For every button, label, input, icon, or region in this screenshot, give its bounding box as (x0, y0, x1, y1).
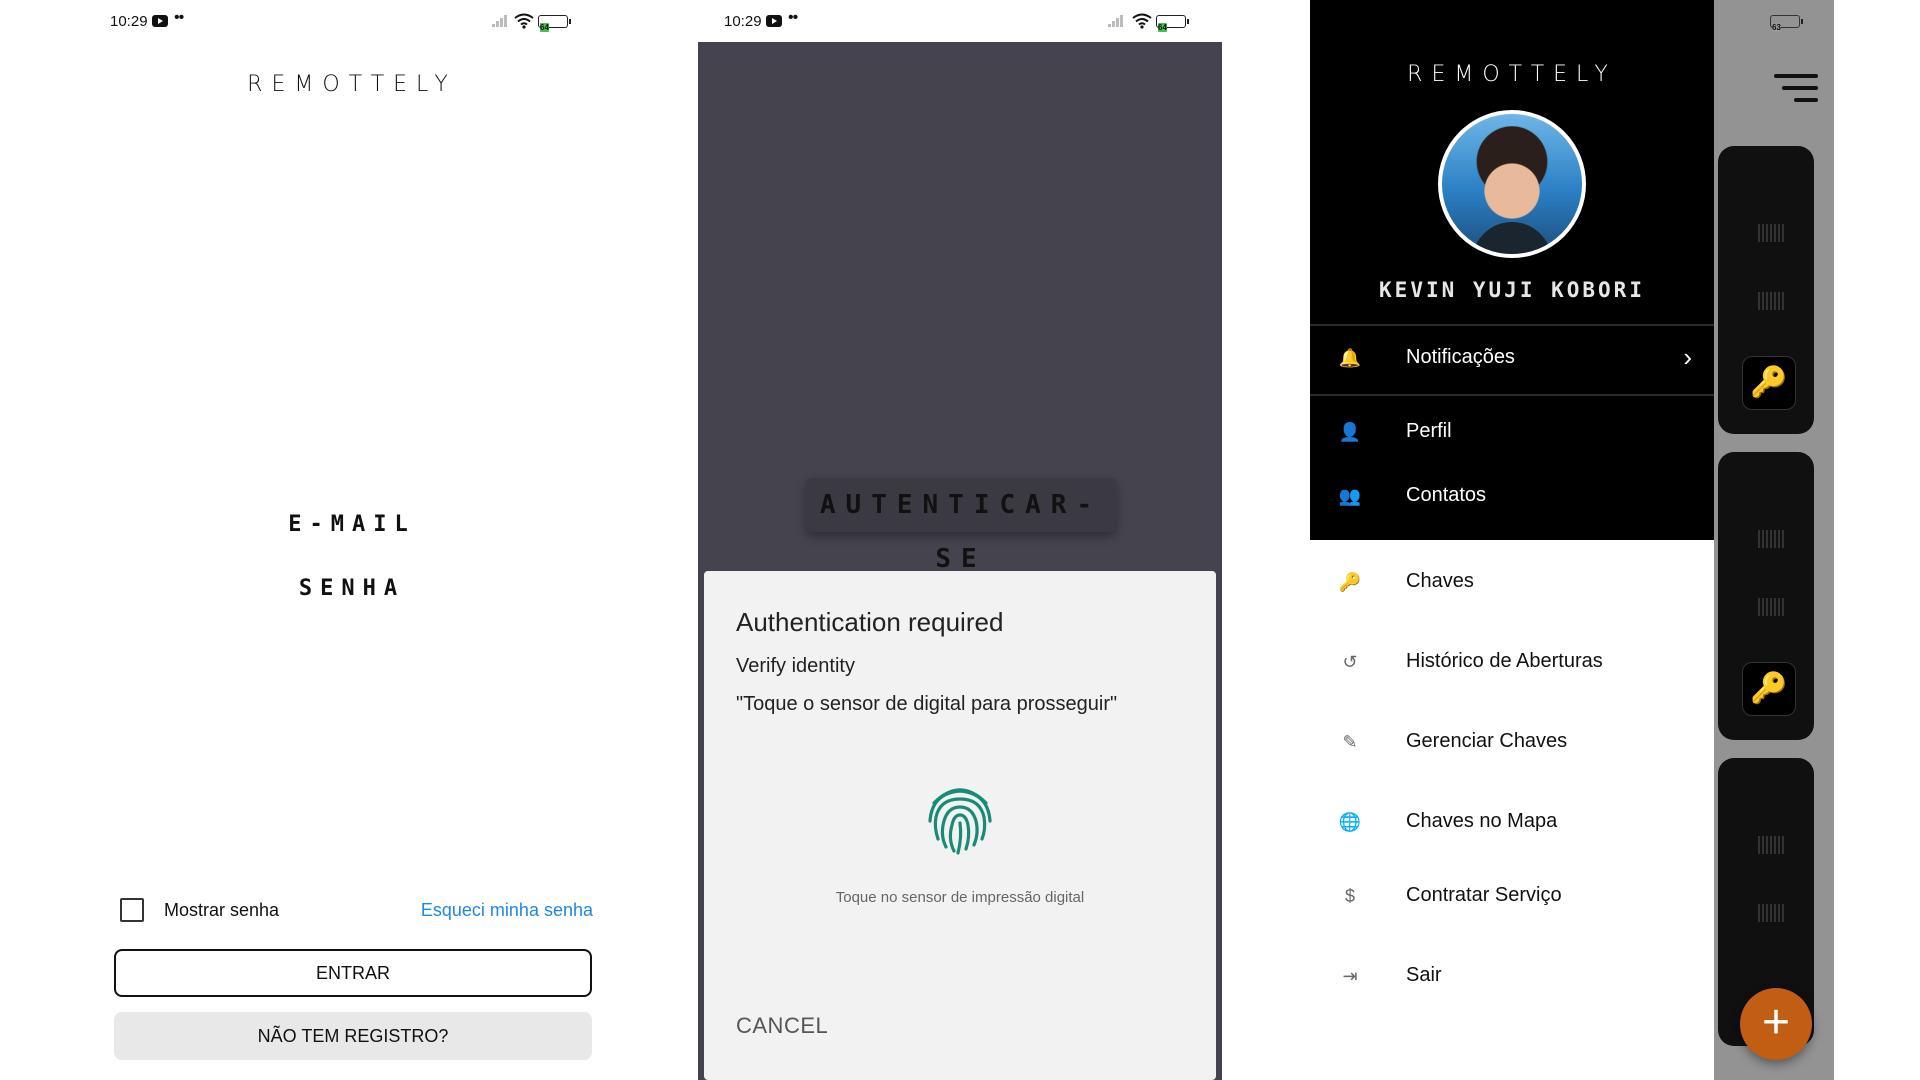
key-card[interactable]: 🔑 (1718, 146, 1814, 434)
navigation-drawer: REMOTTELY KEVIN YUJI KOBORI 🔔 Notificaçõ… (1310, 0, 1714, 1080)
youtube-notification-icon (766, 15, 782, 27)
divider (1310, 324, 1714, 326)
menu-icon[interactable] (1774, 74, 1818, 104)
main-content-behind-drawer: 63 🔑 🔑 + (1714, 0, 1834, 1080)
login-screen: 10:29 •• 64 REMOTTELY E-MAIL SENHA Mostr… (88, 0, 616, 1080)
menu-item-label: Gerenciar Chaves (1406, 730, 1568, 752)
menu-item-gerenciar-chaves[interactable]: ✎ Gerenciar Chaves (1310, 712, 1714, 772)
drawer-header: REMOTTELY KEVIN YUJI KOBORI (1310, 0, 1714, 326)
register-button[interactable]: NÃO TEM REGISTRO? (114, 1012, 592, 1060)
menu-item-chaves[interactable]: 🔑 Chaves (1310, 552, 1714, 612)
battery-level: 63 (1772, 23, 1781, 32)
globe-icon: 🌐 (1338, 812, 1362, 832)
wifi-icon (1132, 13, 1152, 29)
menu-item-label: Contratar Serviço (1406, 884, 1562, 906)
email-field[interactable]: E-MAIL (88, 512, 616, 537)
menu-item-notificacoes[interactable]: 🔔 Notificações › (1310, 328, 1714, 388)
status-bar: 10:29 •• 64 (698, 0, 1222, 44)
wifi-icon (514, 13, 534, 29)
chevron-right-icon: › (1683, 342, 1692, 372)
menu-item-sair[interactable]: ⇥ Sair (1310, 946, 1714, 1006)
fingerprint-hint: Toque no sensor de impressão digital (835, 889, 1085, 906)
history-icon: ↺ (1342, 652, 1358, 672)
menu-item-historico[interactable]: ↺ Histórico de Aberturas (1310, 632, 1714, 692)
app-logo: REMOTTELY (1407, 62, 1617, 87)
status-time: 10:29 (724, 13, 762, 30)
drawer-screen: 63 🔑 🔑 + REMOTTELY KEVIN YUJI KOBORI 🔔 N… (1310, 0, 1834, 1080)
key-card[interactable]: 🔑 (1718, 452, 1814, 740)
menu-item-contratar-servico[interactable]: $ Contratar Serviço (1310, 866, 1714, 926)
show-password-checkbox[interactable] (120, 898, 144, 922)
barcode-icon (1758, 598, 1784, 616)
menu-item-contatos[interactable]: 👥 Contatos (1310, 466, 1714, 526)
signal-icon (492, 15, 512, 27)
key-icon[interactable]: 🔑 (1742, 662, 1796, 716)
person-icon: 👤 (1338, 422, 1362, 442)
pencil-icon: ✎ (1342, 732, 1358, 752)
bell-icon: 🔔 (1338, 348, 1362, 368)
authenticate-button[interactable]: AUTENTICAR-SE (806, 478, 1116, 574)
more-notifications-icon: •• (174, 9, 184, 26)
dialog-title: Authentication required (736, 607, 1004, 637)
menu-item-chaves-no-mapa[interactable]: 🌐 Chaves no Mapa (1310, 792, 1714, 852)
menu-item-label: Chaves (1406, 570, 1474, 592)
key-icon: 🔑 (1338, 572, 1362, 592)
battery-icon: 64 (538, 15, 571, 32)
barcode-icon (1758, 904, 1784, 922)
battery-level: 64 (540, 23, 549, 32)
logout-icon: ⇥ (1342, 966, 1358, 986)
barcode-icon (1758, 530, 1784, 548)
password-field[interactable]: SENHA (88, 576, 616, 601)
fingerprint-icon[interactable] (926, 781, 994, 855)
barcode-icon (1758, 292, 1784, 310)
menu-item-label: Sair (1406, 964, 1442, 986)
dollar-icon: $ (1344, 886, 1355, 906)
avatar[interactable] (1438, 110, 1586, 258)
barcode-icon (1758, 836, 1784, 854)
status-time: 10:29 (110, 13, 148, 30)
forgot-password-link[interactable]: Esqueci minha senha (421, 900, 593, 921)
divider (1310, 394, 1714, 396)
key-icon[interactable]: 🔑 (1742, 356, 1796, 410)
cancel-button[interactable]: CANCEL (736, 1013, 828, 1039)
youtube-notification-icon (152, 15, 168, 27)
app-logo: REMOTTELY (247, 72, 457, 97)
menu-item-perfil[interactable]: 👤 Perfil (1310, 402, 1714, 462)
menu-item-label: Histórico de Aberturas (1406, 650, 1603, 672)
group-icon: 👥 (1338, 486, 1362, 506)
menu-item-label: Chaves no Mapa (1406, 810, 1558, 832)
enter-button[interactable]: ENTRAR (114, 949, 592, 997)
dialog-subtitle: Verify identity (736, 655, 855, 677)
battery-icon: 63 (1770, 15, 1803, 32)
auth-screen: 10:29 •• 64 AUTENTICAR-SE Authentication… (698, 0, 1222, 1080)
user-name: KEVIN YUJI KOBORI (1379, 278, 1645, 302)
add-key-button[interactable]: + (1740, 988, 1812, 1060)
signal-icon (1108, 15, 1128, 27)
status-bar: 10:29 •• 64 (88, 0, 616, 44)
barcode-icon (1758, 224, 1784, 242)
menu-item-label: Perfil (1406, 420, 1452, 442)
battery-level: 64 (1158, 23, 1167, 32)
show-password-label[interactable]: Mostrar senha (164, 900, 279, 921)
biometric-dialog: Authentication required Verify identity … (704, 571, 1216, 1080)
menu-item-label: Notificações (1406, 346, 1515, 368)
battery-icon: 64 (1156, 15, 1189, 32)
more-notifications-icon: •• (788, 9, 798, 26)
menu-item-label: Contatos (1406, 484, 1487, 506)
dialog-description: "Toque o sensor de digital para prossegu… (736, 693, 1118, 715)
